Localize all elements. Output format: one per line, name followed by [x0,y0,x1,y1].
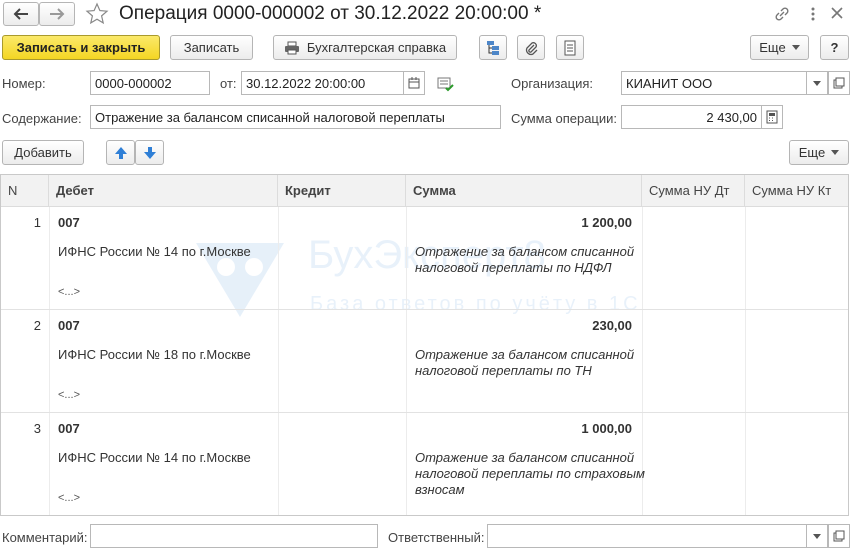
organization-open-button[interactable] [828,71,850,95]
post-status-icon[interactable] [437,76,455,92]
responsible-label: Ответственный: [388,530,485,545]
organization-dropdown-button[interactable] [806,71,828,95]
row-description: Отражение за балансом списанной налогово… [415,450,645,497]
move-down-button[interactable] [135,140,164,165]
calculator-icon [766,110,778,124]
printer-icon [284,41,299,54]
open-window-icon [833,77,845,89]
organization-field[interactable]: КИАНИТ ООО [621,71,810,95]
row-number: 1 [33,215,41,230]
favorite-star-icon[interactable] [85,2,109,26]
table-row[interactable]: 3 007 1 000,00 ИФНС России № 14 по г.Мос… [1,413,848,515]
comment-label: Комментарий: [2,530,88,545]
more-label: Еще [759,40,786,55]
number-field[interactable]: 0000-000002 [90,71,210,95]
add-row-button[interactable]: Добавить [2,140,84,165]
comment-field[interactable] [90,524,378,548]
table-row[interactable]: 2 007 230,00 ИФНС России № 18 по г.Москв… [1,310,848,413]
more-vertical-icon[interactable] [807,5,819,23]
table-row[interactable]: 1 007 1 200,00 ИФНС России № 14 по г.Мос… [1,207,848,310]
row-amount: 1 200,00 [581,215,632,230]
calendar-button[interactable] [403,71,425,95]
save-button[interactable]: Записать [170,35,253,60]
open-window-icon [833,530,845,542]
operation-sum-label: Сумма операции: [511,111,617,126]
table-more-label: Еще [798,145,826,160]
arrow-down-icon [143,146,156,159]
chevron-down-icon [791,45,800,50]
content-label: Содержание: [2,111,82,126]
structure-button[interactable] [479,35,507,60]
chevron-down-icon [813,80,821,86]
operation-sum-field[interactable]: 2 430,00 [621,105,762,129]
content-field[interactable]: Отражение за балансом списанной налогово… [90,105,501,129]
row-number: 2 [33,318,41,333]
more-button[interactable]: Еще [750,35,809,60]
debit-account: 007 [58,421,80,436]
column-header-tax-sum-dt[interactable]: Сумма НУ Дт [642,175,745,206]
chevron-down-icon [831,150,840,155]
accounting-report-button[interactable]: Бухгалтерская справка [273,35,457,60]
column-header-credit[interactable]: Кредит [278,175,406,206]
date-label: от: [220,76,237,91]
accounting-report-label: Бухгалтерская справка [306,40,447,55]
document-list-icon [564,40,576,55]
empty-subconto: <...> [58,389,81,401]
row-amount: 1 000,00 [581,421,632,436]
close-icon[interactable] [829,5,845,21]
arrow-right-icon [50,8,65,20]
list-button[interactable] [556,35,584,60]
row-number: 3 [33,421,41,436]
hierarchy-icon [487,40,499,55]
table-more-button[interactable]: Еще [789,140,849,165]
calendar-icon [408,77,420,89]
organization-label: Организация: [511,76,594,91]
window-title: Операция 0000-000002 от 30.12.2022 20:00… [119,3,542,24]
arrow-left-icon [13,8,28,20]
date-field[interactable]: 30.12.2022 20:00:00 [241,71,404,95]
move-up-button[interactable] [106,140,135,165]
number-label: Номер: [2,76,46,91]
arrow-up-icon [114,146,127,159]
column-header-sum[interactable]: Сумма [406,175,642,206]
responsible-open-button[interactable] [828,524,850,548]
column-header-n[interactable]: N [1,175,49,206]
table-header: N Дебет Кредит Сумма Сумма НУ Дт Сумма Н… [1,175,848,207]
debit-account: 007 [58,215,80,230]
empty-subconto: <...> [58,286,81,298]
responsible-field[interactable] [487,524,810,548]
paperclip-icon [525,41,538,55]
responsible-dropdown-button[interactable] [806,524,828,548]
column-header-tax-sum-kt[interactable]: Сумма НУ Кт [745,175,848,206]
save-and-close-button[interactable]: Записать и закрыть [2,35,160,60]
row-amount: 230,00 [592,318,632,333]
column-header-debit[interactable]: Дебет [49,175,278,206]
calculator-button[interactable] [761,105,783,129]
debit-subconto: ИФНС России № 14 по г.Москве [58,450,251,465]
chevron-down-icon [813,533,821,539]
debit-account: 007 [58,318,80,333]
debit-subconto: ИФНС России № 14 по г.Москве [58,244,251,259]
attachments-button[interactable] [517,35,545,60]
debit-subconto: ИФНС России № 18 по г.Москве [58,347,251,362]
help-button[interactable]: ? [820,35,849,60]
link-icon[interactable] [773,5,791,23]
entries-table[interactable]: N Дебет Кредит Сумма Сумма НУ Дт Сумма Н… [0,174,849,516]
empty-subconto: <...> [58,492,81,504]
forward-button[interactable] [39,2,75,26]
row-description: Отражение за балансом списанной налогово… [415,347,635,378]
row-description: Отражение за балансом списанной налогово… [415,244,635,275]
back-button[interactable] [3,2,39,26]
